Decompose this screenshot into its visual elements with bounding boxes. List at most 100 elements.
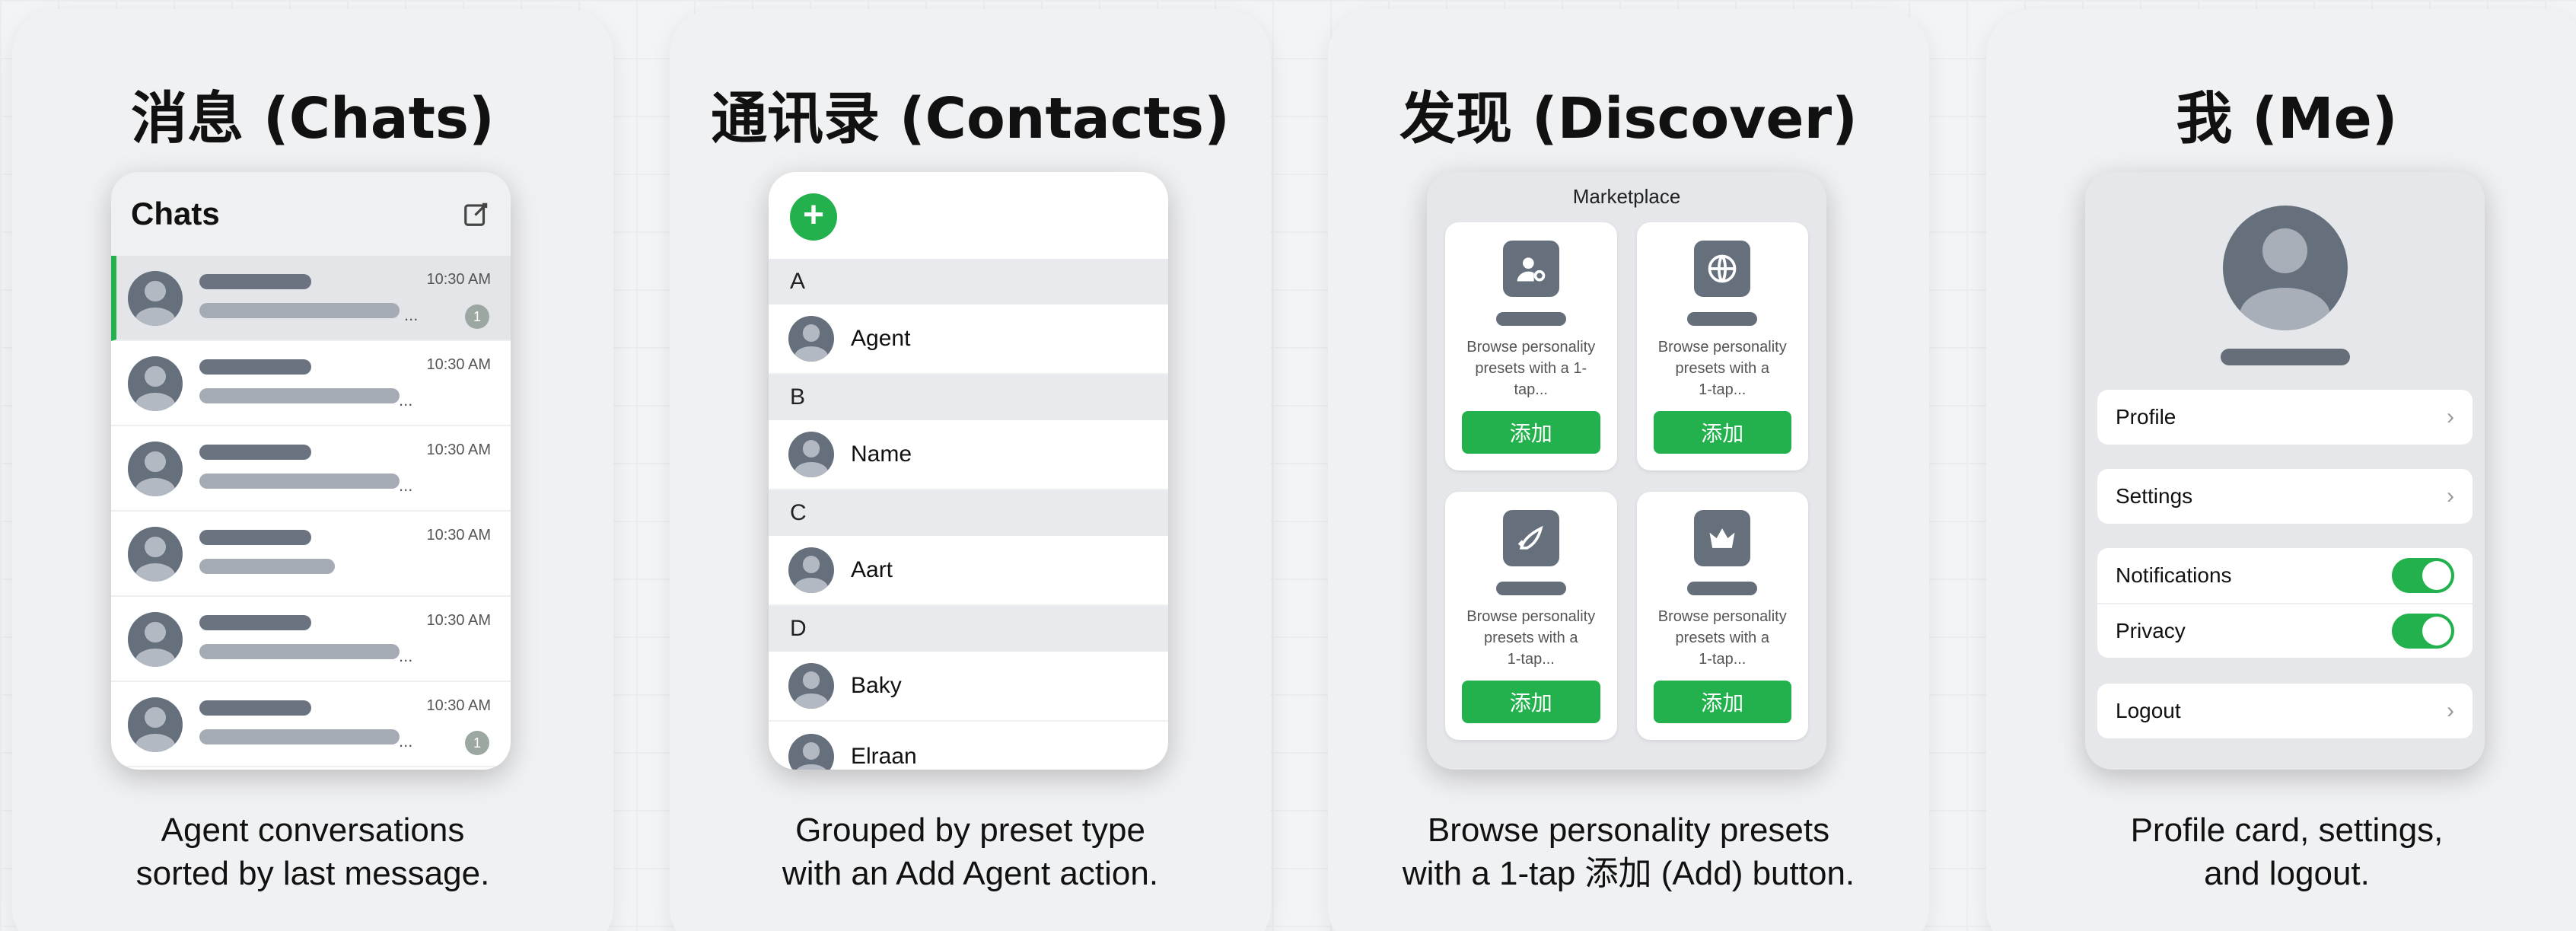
me-panel: 我 (Me) Profile › Settings › Notification… <box>1986 9 2576 931</box>
panel-caption-me: Profile card, settings, and logout. <box>1986 808 2576 895</box>
preset-name-placeholder <box>1687 582 1758 595</box>
chat-message-placeholder <box>199 473 400 489</box>
add-preset-button[interactable]: 添加 <box>1462 681 1600 723</box>
notifications-row: Notifications <box>2097 548 2473 603</box>
preset-description-line: tap... <box>1514 381 1548 398</box>
profile-avatar[interactable] <box>2222 206 2348 330</box>
contact-row[interactable]: Baky <box>769 652 1168 722</box>
unread-badge: 1 <box>465 304 489 329</box>
panel-caption-chats: Agent conversations sorted by last messa… <box>12 808 613 895</box>
profile-row[interactable]: Profile › <box>2097 390 2473 445</box>
section-header: B <box>769 375 1168 420</box>
preset-description-line: Browse personality <box>1657 339 1787 356</box>
chat-name-placeholder <box>199 615 312 630</box>
logout-group: Logout › <box>2097 684 2473 738</box>
privacy-toggle[interactable] <box>2392 614 2454 649</box>
preset-description-line: Browse personality <box>1466 608 1596 625</box>
contact-name: Name <box>851 442 912 467</box>
contact-name: Elraan <box>851 744 917 769</box>
profile-group: Profile › <box>2097 390 2473 445</box>
avatar <box>128 697 183 752</box>
marketplace-title: Marketplace <box>1572 185 1681 208</box>
chat-row[interactable]: 10:30 AM... <box>111 341 511 426</box>
privacy-row: Privacy <box>2097 603 2473 658</box>
chat-message-placeholder <box>199 729 400 744</box>
chat-ellipsis: ... <box>399 476 413 495</box>
caption-line: sorted by last message. <box>135 855 490 892</box>
discover-panel: 发现 (Discover) Marketplace Browse persona… <box>1328 9 1929 931</box>
preset-card[interactable]: Browse personality presets with a 1-tap...… <box>1636 492 1808 740</box>
me-phone-mockup: Profile › Settings › Notifications Priva… <box>2085 172 2485 770</box>
caption-line: Browse personality presets <box>1427 811 1830 849</box>
compose-icon[interactable] <box>462 199 491 228</box>
contact-name: Baky <box>851 673 902 698</box>
avatar <box>788 547 834 593</box>
chat-row[interactable]: 10:30 AM... <box>111 597 511 682</box>
preset-description-line: Browse personality <box>1657 608 1787 625</box>
caption-line: with a 1-tap 添加 (Add) button. <box>1402 855 1855 892</box>
preset-description-line: 1-tap... <box>1699 651 1747 668</box>
add-agent-button[interactable]: + <box>790 193 837 241</box>
caption-line: with an Add Agent action. <box>782 855 1159 892</box>
chat-time: 10:30 AM <box>426 271 491 288</box>
preset-description-line: 1-tap... <box>1507 651 1555 668</box>
preset-description-line: presets with a 1- <box>1475 360 1587 377</box>
contact-name: Agent <box>851 326 911 351</box>
toggles-group: Notifications Privacy <box>2097 548 2473 658</box>
settings-group: Settings › <box>2097 469 2473 524</box>
preset-card-grid: Browse personality presets with a 1- tap..… <box>1445 222 1808 740</box>
logout-row[interactable]: Logout › <box>2097 684 2473 738</box>
contact-list: A Agent B Name C Aart D Baky <box>769 259 1168 722</box>
unread-badge: 1 <box>465 731 489 755</box>
chats-phone-mockup: Chats 10:30 AM... 1 10:30 AM... 10:30 AM...… <box>111 172 511 770</box>
caption-line: and logout. <box>2204 855 2370 892</box>
preset-card[interactable]: Browse personality presets with a 1-tap...… <box>1445 492 1617 740</box>
chat-time: 10:30 AM <box>426 442 491 458</box>
preset-description-line: Browse personality <box>1466 339 1596 356</box>
preset-description-line: presets with a <box>1484 630 1578 646</box>
settings-row[interactable]: Settings › <box>2097 469 2473 524</box>
chat-row[interactable]: 10:30 AM... <box>111 426 511 512</box>
caption-line: Agent conversations <box>161 811 465 849</box>
chat-time: 10:30 AM <box>426 612 491 629</box>
chats-panel: 消息 (Chats) Chats 10:30 AM... 1 10:30 AM...… <box>12 9 613 931</box>
preset-name-placeholder <box>1687 312 1758 326</box>
chat-name-placeholder <box>199 274 312 289</box>
chat-message-placeholder <box>199 303 400 318</box>
chat-ellipsis: ... <box>399 646 413 665</box>
avatar <box>128 356 183 411</box>
contact-row[interactable]: Name <box>769 420 1168 490</box>
preset-card[interactable]: Browse personality presets with a 1- tap..… <box>1445 222 1617 470</box>
add-preset-button[interactable]: 添加 <box>1462 411 1600 454</box>
contact-row-partial[interactable]: Elraan <box>769 722 1168 770</box>
chat-row[interactable]: 10:30 AM <box>111 512 511 597</box>
crown-icon <box>1694 510 1751 566</box>
profile-name-placeholder <box>2220 349 2350 365</box>
preset-card[interactable]: Browse personality presets with a 1-tap...… <box>1636 222 1808 470</box>
chevron-right-icon: › <box>2447 404 2454 429</box>
preset-description: Browse personality presets with a 1-tap... <box>1453 606 1610 670</box>
profile-label: Profile <box>2116 405 2176 429</box>
chat-message-placeholder <box>199 388 400 403</box>
chat-ellipsis: ... <box>399 391 413 410</box>
notifications-label: Notifications <box>2116 563 2232 587</box>
contact-row[interactable]: Aart <box>769 536 1168 606</box>
caption-line: Grouped by preset type <box>795 811 1145 849</box>
chat-row[interactable]: 10:30 AM... 1 <box>111 682 511 767</box>
contact-row[interactable]: Agent <box>769 304 1168 375</box>
chat-list: 10:30 AM... 1 10:30 AM... 10:30 AM... 10:30 … <box>111 256 511 767</box>
contacts-phone-mockup: + A Agent B Name C Aart D Baky Elraan <box>769 172 1168 770</box>
notifications-toggle[interactable] <box>2392 558 2454 593</box>
chat-name-placeholder <box>199 700 312 716</box>
avatar <box>788 316 834 362</box>
add-preset-button[interactable]: 添加 <box>1653 681 1791 723</box>
chat-ellipsis: ... <box>404 305 419 324</box>
preset-name-placeholder <box>1495 312 1566 326</box>
user-settings-icon <box>1502 241 1559 297</box>
chat-row[interactable]: 10:30 AM... 1 <box>111 256 511 341</box>
globe-icon <box>1694 241 1751 297</box>
chat-time: 10:30 AM <box>426 697 491 714</box>
avatar <box>128 442 183 496</box>
add-preset-button[interactable]: 添加 <box>1653 411 1791 454</box>
avatar <box>128 527 183 582</box>
